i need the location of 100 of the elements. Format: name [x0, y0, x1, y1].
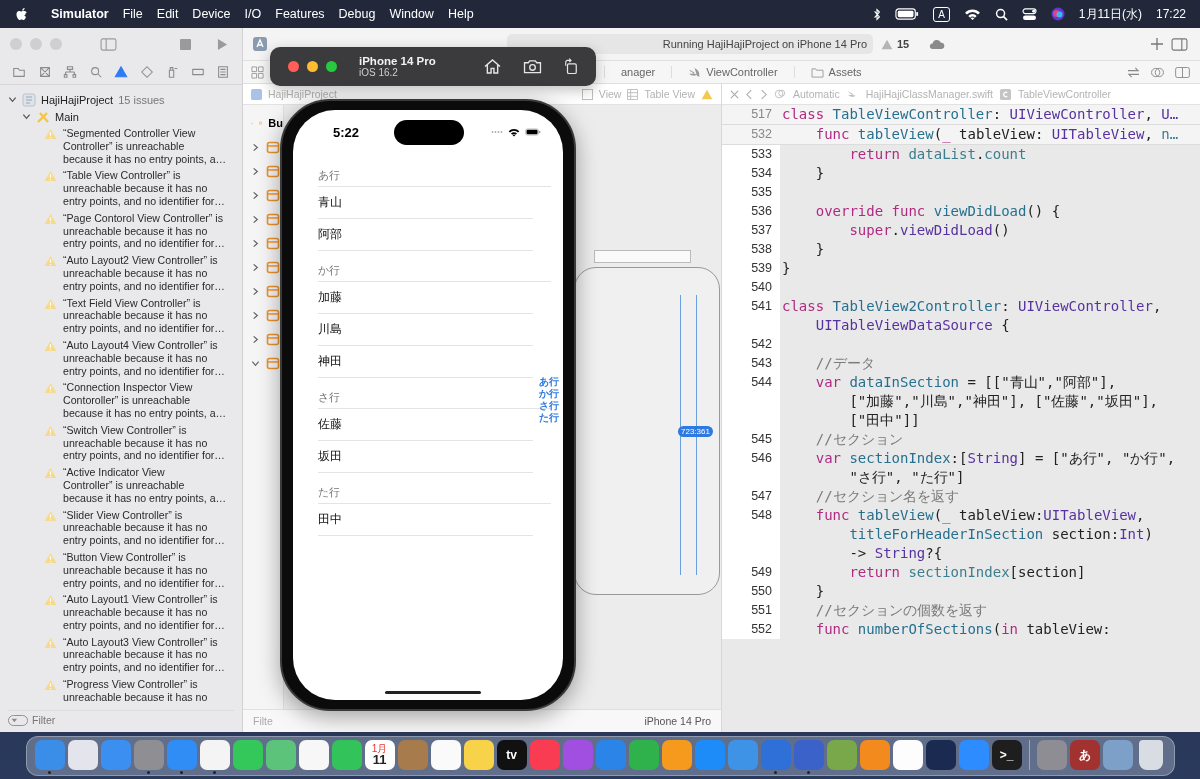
stop-icon[interactable] — [180, 38, 191, 50]
search-icon[interactable] — [994, 7, 1008, 21]
code-line[interactable]: } — [782, 240, 825, 259]
home-icon[interactable] — [484, 59, 501, 74]
app-icon[interactable] — [265, 739, 296, 770]
app-icon[interactable] — [463, 739, 494, 770]
section-index-item[interactable]: あ行 — [539, 376, 559, 388]
code-line[interactable]: ["加藤","川島","神田"], ["佐藤","坂田"], — [782, 392, 1158, 411]
menu-item[interactable]: I/O — [244, 7, 262, 21]
forward-icon[interactable] — [760, 88, 767, 100]
issue-message[interactable]: “Auto Layout3 View Controller” is unreachable because it has no entry points, and no identifier for… — [63, 635, 225, 675]
code-line[interactable]: } — [782, 582, 825, 601]
hierarchy-icon[interactable] — [63, 65, 77, 79]
section-index-item[interactable]: さ行 — [539, 400, 559, 412]
code-line[interactable]: //セクション — [782, 430, 903, 449]
issue-message[interactable]: “Text Field View Controller” is unreachable because it has no entry points, and no identifier for… — [63, 296, 225, 335]
code-line[interactable]: func numberOfSections(in tableView: — [782, 620, 1111, 639]
arrows-swap-icon[interactable] — [1127, 66, 1140, 78]
issue-message[interactable]: “Auto Layout1 View Controller” is unreachable because it has no entry points, and no identifier for… — [63, 593, 225, 632]
warning-count[interactable]: 15 — [897, 38, 910, 50]
issue-message[interactable]: “Active Indicator View Controller” is unreachable because it has no entry points, a… — [63, 466, 227, 505]
folder-icon[interactable] — [12, 65, 26, 79]
issue-message[interactable]: “Slider View Controller” is unreachable because it has no entry points, and no identifier for… — [63, 508, 225, 547]
close-icon[interactable] — [730, 89, 739, 99]
diamond-icon[interactable] — [139, 65, 154, 79]
input-mode-indicator[interactable]: A — [933, 6, 950, 22]
device-selector[interactable]: iPhone 14 Pro — [644, 715, 711, 727]
code-line[interactable]: func tableView(_ tableView:UITableView, — [782, 506, 1145, 525]
menu-item[interactable]: Debug — [338, 7, 376, 21]
table-cell[interactable]: 坂田 — [318, 448, 342, 465]
menu-bar-clock[interactable]: 17:22 — [1155, 7, 1186, 21]
overlap-circles-icon[interactable] — [1150, 66, 1165, 78]
plus-icon[interactable] — [1151, 38, 1163, 50]
app-icon[interactable]: tv — [496, 739, 527, 770]
menu-item[interactable]: Window — [389, 7, 434, 21]
minimize-button[interactable] — [307, 61, 318, 72]
table-cell[interactable]: 加藤 — [318, 289, 342, 306]
filter-field[interactable]: Filter — [32, 714, 152, 726]
menu-item[interactable]: Device — [192, 7, 231, 21]
menu-item[interactable]: File — [122, 7, 143, 21]
camera-icon[interactable] — [523, 59, 542, 74]
editor-tab[interactable]: anager — [604, 66, 672, 78]
app-icon[interactable] — [331, 739, 362, 770]
table-cell[interactable]: 田中 — [318, 511, 342, 528]
code-line[interactable]: } — [782, 164, 825, 183]
app-icon[interactable] — [430, 739, 461, 770]
app-icon[interactable]: >_ — [991, 739, 1022, 770]
editor-tab[interactable]: Assets — [793, 66, 878, 78]
menu-bar-date[interactable]: 1月11日(水) — [1078, 5, 1142, 23]
menu-item[interactable]: Features — [275, 7, 325, 21]
bluetooth-icon[interactable] — [873, 7, 882, 21]
issue-message[interactable]: “Progress View Controller” is unreachable because it has no — [63, 678, 208, 704]
code-line[interactable]: return sectionIndex[section] — [782, 563, 1086, 582]
app-icon[interactable] — [925, 739, 956, 770]
control-center-icon[interactable] — [1021, 7, 1037, 21]
app-icon[interactable]: 1月 11 — [364, 739, 395, 770]
issue-message[interactable]: “Page Contorol View Controller” is unreachable because it has no entry points, and no identifier for… — [63, 211, 225, 251]
apple-logo-icon[interactable] — [16, 6, 29, 22]
sidebar-toggle-icon[interactable] — [100, 37, 117, 51]
app-icon[interactable] — [199, 739, 230, 770]
menu-item[interactable]: Help — [447, 7, 474, 21]
issue-message[interactable]: “Segmented Controller View Controller” is unreachable because it has no entry points, a… — [63, 127, 227, 166]
run-icon[interactable] — [217, 37, 228, 51]
code-line[interactable]: var sectionIndex:[String] = ["あ行", "か行", — [782, 449, 1176, 468]
app-icon[interactable] — [661, 739, 692, 770]
code-line[interactable]: ["田中"]] — [782, 411, 920, 430]
table-cell[interactable]: 阿部 — [318, 226, 342, 243]
issue-message[interactable]: “Button View Controller” is unreachable because it has no entry points, and no identifier for… — [63, 550, 225, 590]
xbox-icon[interactable] — [37, 65, 52, 79]
issue-message[interactable]: “Connection Inspector View Contoroller” is unreachable because it has no entry points, a… — [63, 381, 227, 420]
close-button[interactable] — [288, 61, 299, 72]
table-cell[interactable]: 神田 — [318, 353, 342, 370]
split-editor-icon[interactable] — [1175, 66, 1190, 78]
trash-can-icon[interactable] — [1138, 739, 1163, 770]
table-cell[interactable]: 佐藤 — [318, 416, 342, 433]
editor-tab[interactable]: ViewController — [671, 66, 794, 78]
group-name[interactable]: Main — [55, 110, 79, 123]
code-line[interactable]: return dataList.count — [782, 145, 1027, 164]
code-line[interactable]: "さ行", "た行"] — [782, 468, 965, 487]
code-line[interactable]: class TableViewController: UIViewController, U… — [782, 105, 1179, 124]
zoom-button[interactable] — [326, 61, 337, 72]
app-icon[interactable] — [232, 739, 263, 770]
issue-message[interactable]: “Auto Layout2 View Controller” is unreachable because it has no entry points, and no identifier for… — [63, 254, 225, 293]
code-line[interactable]: titleForHeaderInSection section:Int) — [782, 525, 1153, 544]
code-line[interactable]: //データ — [782, 354, 875, 373]
app-icon[interactable]: あ — [1069, 739, 1100, 770]
warning-icon[interactable] — [881, 38, 893, 50]
issue-message[interactable]: “Auto Layout4 View Controller” is unreachable because it has no entry points, and no identifier for… — [63, 338, 225, 378]
wifi-icon[interactable] — [963, 7, 981, 21]
list-icon[interactable] — [216, 65, 230, 79]
table-cell[interactable]: 青山 — [318, 194, 342, 211]
issue-message[interactable]: “Table View Controller” is unreachable because it has no entry points, and no identifier for… — [63, 169, 225, 208]
code-line[interactable]: -> String?{ — [782, 544, 943, 563]
code-line[interactable]: super.viewDidLoad() — [782, 221, 1010, 240]
app-icon[interactable] — [298, 739, 329, 770]
code-line[interactable]: func tableView(_ tableView: UITableView, n… — [782, 125, 1179, 144]
app-icon[interactable] — [859, 739, 890, 770]
app-menu[interactable]: Simulator — [51, 7, 109, 21]
code-line[interactable]: //セクション名を返す — [782, 487, 959, 506]
inspector-toggle-icon[interactable] — [1171, 37, 1188, 51]
